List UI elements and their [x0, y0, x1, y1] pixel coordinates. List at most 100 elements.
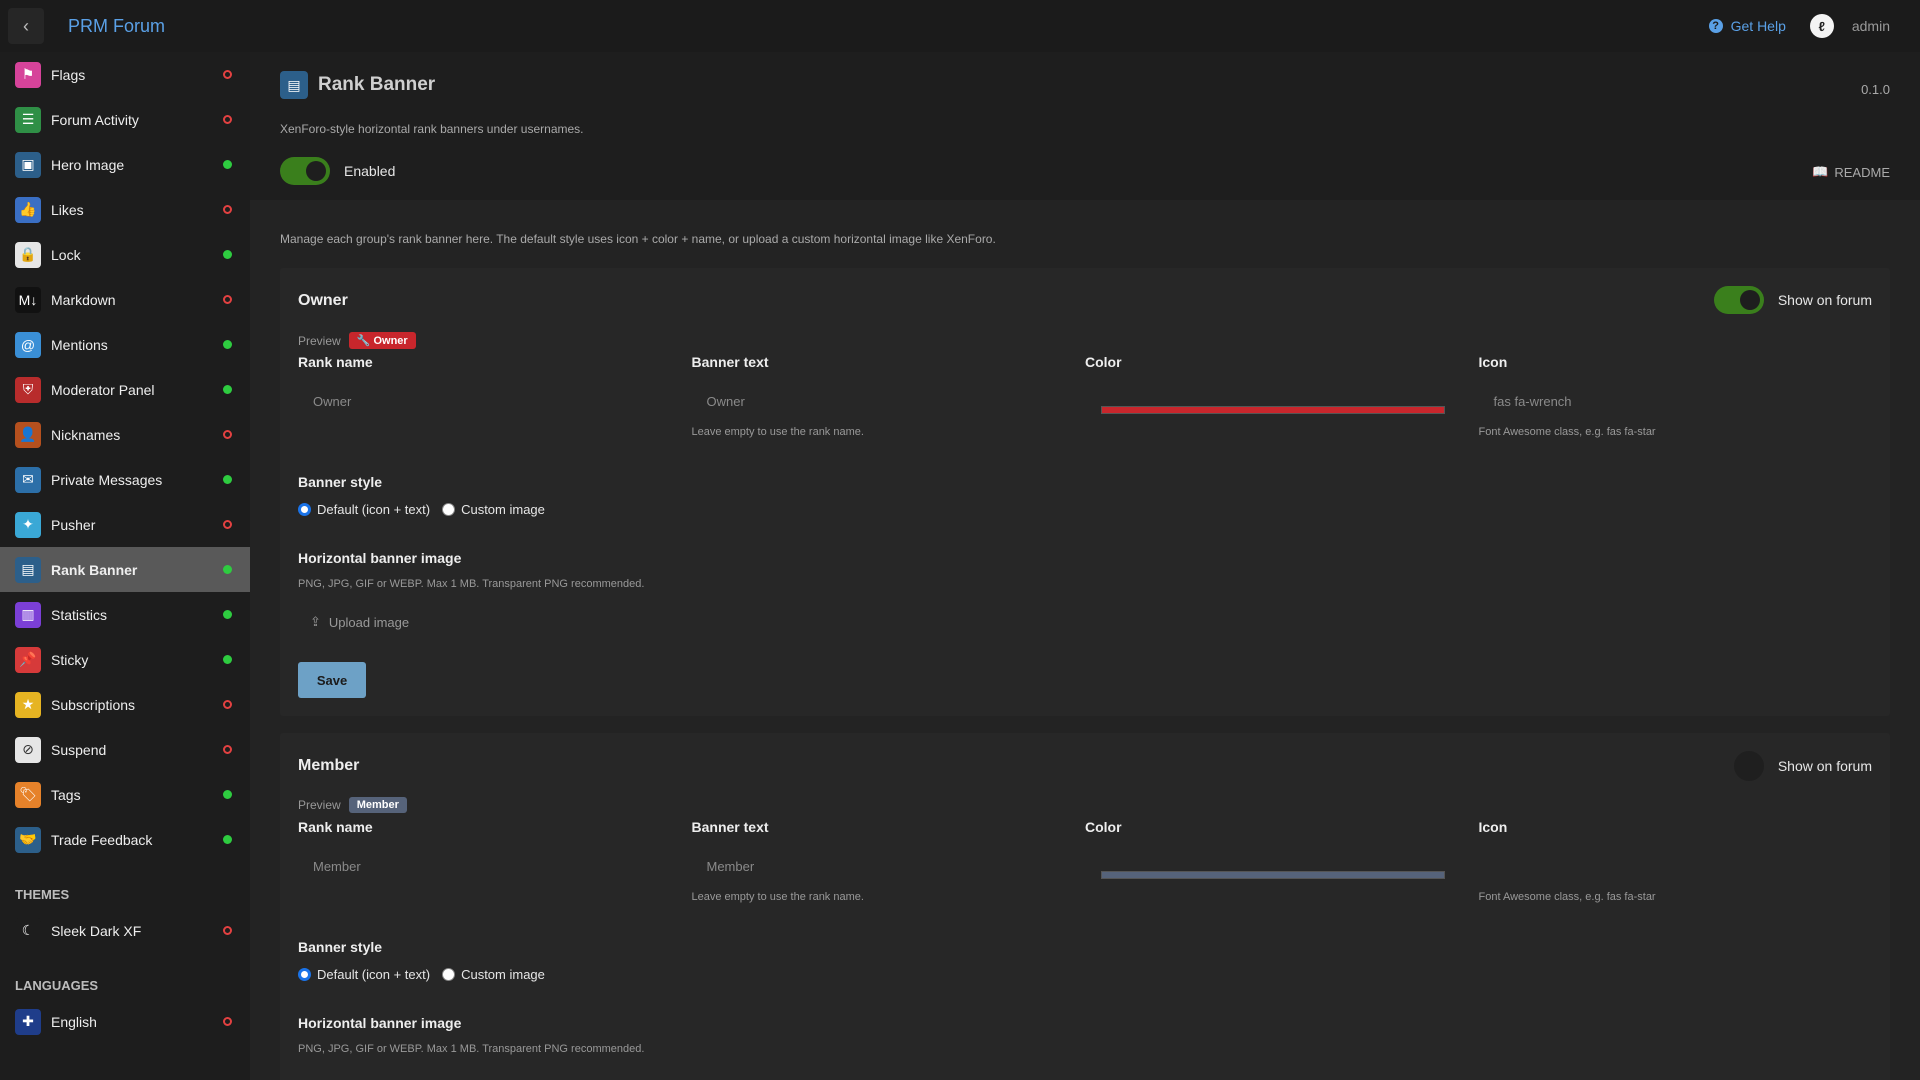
id-badge-icon: ▤: [280, 71, 308, 99]
icon-label: Icon: [1478, 819, 1508, 835]
star-icon: ★: [15, 691, 41, 718]
sidebar-item-hero-image[interactable]: ▣ Hero Image: [0, 142, 250, 187]
sidebar-item-nicknames[interactable]: 👤 Nicknames: [0, 412, 250, 457]
sidebar-item-subscriptions[interactable]: ★ Subscriptions: [0, 682, 250, 727]
rank-card-member: Member Show on forum Preview Member Rank…: [280, 733, 1890, 1080]
readme-label: README: [1834, 164, 1890, 180]
status-indicator: [223, 160, 232, 169]
sidebar-item-likes[interactable]: 👍 Likes: [0, 187, 250, 232]
style-custom-label[interactable]: Custom image: [461, 967, 545, 982]
id-badge-icon: ▤: [15, 556, 41, 583]
enabled-label: Enabled: [344, 163, 396, 179]
rank-name-label: Rank name: [298, 354, 373, 370]
sidebar-item-english[interactable]: ✚ English: [0, 999, 250, 1044]
app-title[interactable]: PRM Forum: [68, 16, 165, 37]
plugin-version: 0.1.0: [1861, 82, 1890, 97]
rank-name-label: Rank name: [298, 819, 373, 835]
sidebar-item-tags[interactable]: 🏷 Tags: [0, 772, 250, 817]
color-label: Color: [1085, 819, 1122, 835]
tags-icon: 🏷: [15, 781, 41, 808]
sidebar-item-lock[interactable]: 🔒 Lock: [0, 232, 250, 277]
plugin-title: Rank Banner: [318, 74, 436, 95]
moon-icon: ☾: [15, 917, 41, 944]
sidebar-item-label: Hero Image: [51, 156, 125, 173]
style-custom-label[interactable]: Custom image: [461, 502, 545, 517]
sidebar-item-label: Sleek Dark XF: [51, 922, 142, 939]
get-help-link[interactable]: ? Get Help: [1708, 18, 1786, 34]
status-indicator: [223, 790, 232, 799]
style-default-label[interactable]: Default (icon + text): [317, 502, 430, 517]
save-button[interactable]: Save: [298, 662, 366, 698]
sidebar-item-pusher[interactable]: ✦ Pusher: [0, 502, 250, 547]
pusher-icon: ✦: [15, 511, 41, 538]
icon-label: Icon: [1478, 354, 1508, 370]
lock-icon: 🔒: [15, 241, 41, 268]
main-content: ▤ Rank Banner 0.1.0 XenForo-style horizo…: [250, 52, 1920, 1080]
user-name[interactable]: admin: [1852, 18, 1890, 34]
sidebar-item-label: Nicknames: [51, 426, 121, 443]
sidebar-item-rank-banner[interactable]: ▤ Rank Banner: [0, 547, 250, 592]
status-indicator: [223, 385, 232, 394]
status-indicator: [223, 926, 232, 935]
icon-help: Font Awesome class, e.g. fas fa-star: [1478, 891, 1656, 903]
style-default-label[interactable]: Default (icon + text): [317, 967, 430, 982]
sidebar-item-forum-activity[interactable]: ☰ Forum Activity: [0, 97, 250, 142]
status-indicator: [223, 520, 232, 529]
sidebar-item-label: Moderator Panel: [51, 381, 155, 398]
status-indicator: [223, 250, 232, 259]
plugin-header: ▤ Rank Banner 0.1.0 XenForo-style horizo…: [250, 52, 1920, 200]
status-indicator: [223, 655, 232, 664]
banner-text-help: Leave empty to use the rank name.: [691, 426, 864, 438]
sidebar-item-private-messages[interactable]: ✉ Private Messages: [0, 457, 250, 502]
style-custom-radio[interactable]: [442, 503, 456, 516]
rank-name-input[interactable]: Owner: [298, 388, 658, 414]
sidebar-item-label: Flags: [51, 66, 86, 83]
status-indicator: [223, 70, 232, 79]
sidebar-item-flags[interactable]: ⚑ Flags: [0, 52, 250, 97]
banner-text-help: Leave empty to use the rank name.: [691, 891, 864, 903]
banner-text-label: Banner text: [691, 354, 769, 370]
sidebar-item-mentions[interactable]: @ Mentions: [0, 322, 250, 367]
banner-text-input[interactable]: Member: [692, 853, 1052, 879]
banner-text-input[interactable]: Owner: [692, 388, 1052, 414]
upload-image-button[interactable]: ⇪ Upload image: [310, 614, 409, 630]
status-indicator: [223, 565, 232, 574]
sidebar-item-statistics[interactable]: ▥ Statistics: [0, 592, 250, 637]
style-default-radio[interactable]: [298, 503, 311, 516]
sidebar-item-trade-feedback[interactable]: 🤝 Trade Feedback: [0, 817, 250, 862]
avatar-icon[interactable]: ℓ: [1809, 14, 1834, 38]
sidebar-item-moderator-panel[interactable]: ⛨ Moderator Panel: [0, 367, 250, 412]
back-button[interactable]: ‹: [8, 8, 44, 44]
shield-icon: ⛨: [15, 376, 41, 403]
icon-input[interactable]: fas fa-wrench: [1479, 388, 1839, 414]
sidebar-item-markdown[interactable]: M↓ Markdown: [0, 277, 250, 322]
status-indicator: [223, 835, 232, 844]
chart-icon: ▥: [15, 601, 41, 628]
sidebar-item-label: English: [51, 1013, 97, 1030]
question-circle-icon: ?: [1708, 19, 1723, 33]
status-indicator: [223, 610, 232, 619]
rank-name-input[interactable]: Member: [298, 853, 658, 879]
style-default-radio[interactable]: [298, 968, 311, 981]
show-on-forum-label: Show on forum: [1777, 292, 1872, 308]
show-on-forum-toggle[interactable]: [1713, 286, 1764, 314]
chevron-left-icon: ‹: [23, 15, 29, 36]
color-picker[interactable]: [1101, 406, 1445, 414]
thumbs-up-icon: 👍: [15, 196, 41, 223]
enabled-toggle[interactable]: [280, 157, 330, 185]
sidebar-item-sticky[interactable]: 📌 Sticky: [0, 637, 250, 682]
readme-link[interactable]: 📖 README: [1812, 164, 1890, 180]
status-indicator: [223, 745, 232, 754]
style-custom-radio[interactable]: [442, 968, 456, 981]
show-on-forum-toggle[interactable]: [1733, 751, 1764, 781]
image-icon: ▣: [15, 151, 41, 178]
icon-input[interactable]: [1479, 853, 1839, 879]
status-indicator: [223, 295, 232, 304]
ban-icon: ⊘: [15, 736, 41, 763]
rank-badge-preview: Member: [348, 797, 407, 813]
banner-text-label: Banner text: [691, 819, 769, 835]
sidebar-item-suspend[interactable]: ⊘ Suspend: [0, 727, 250, 772]
show-on-forum-label: Show on forum: [1777, 758, 1872, 774]
color-picker[interactable]: [1101, 871, 1445, 879]
sidebar-item-sleek-dark-xf[interactable]: ☾ Sleek Dark XF: [0, 908, 250, 953]
